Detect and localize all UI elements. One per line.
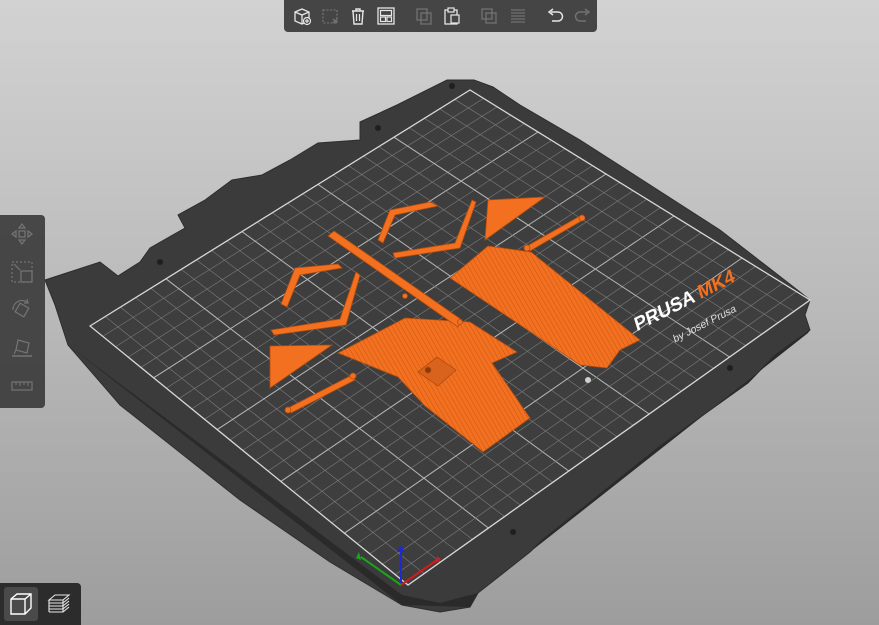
add-instance-button[interactable]: [477, 3, 501, 29]
place-on-face-tool-button[interactable]: [7, 333, 37, 363]
place-on-face-icon: [12, 339, 32, 357]
delete-all-button[interactable]: [346, 3, 370, 29]
measure-icon: [11, 381, 33, 391]
3d-scene[interactable]: [0, 0, 879, 625]
preview-layers-button[interactable]: [42, 587, 76, 621]
top-toolbar: [284, 0, 597, 32]
move-icon: [11, 223, 33, 245]
undo-icon: [547, 8, 564, 22]
delete-button[interactable]: [318, 3, 342, 29]
split-layers-icon: [510, 9, 525, 23]
3d-view-icon: [10, 593, 32, 615]
delete-all-icon: [352, 8, 365, 25]
redo-icon: [574, 8, 591, 22]
rotate-tool-button[interactable]: [7, 295, 37, 325]
arrange-button[interactable]: [374, 3, 398, 29]
preview-layers-icon: [47, 594, 71, 613]
split-layers-button[interactable]: [505, 3, 529, 29]
delete-icon: [322, 9, 338, 24]
rotate-icon: [12, 298, 30, 318]
measure-tool-button[interactable]: [7, 371, 37, 401]
undo-button[interactable]: [543, 3, 567, 29]
arrange-icon: [377, 7, 396, 25]
copy-icon: [416, 8, 432, 25]
view-mode-bar: [0, 583, 81, 625]
bed-hole: [585, 377, 591, 383]
redo-button[interactable]: [571, 3, 595, 29]
paste-icon: [444, 7, 460, 25]
scale-tool-button[interactable]: [7, 257, 37, 287]
move-tool-button[interactable]: [7, 219, 37, 249]
3d-view-button[interactable]: [4, 587, 38, 621]
add-button[interactable]: [290, 3, 314, 29]
left-toolbar: [0, 215, 45, 408]
scale-icon: [11, 261, 33, 283]
paste-button[interactable]: [440, 3, 464, 29]
add-instance-icon: [481, 8, 498, 24]
copy-button[interactable]: [412, 3, 436, 29]
add-icon: [294, 8, 312, 26]
